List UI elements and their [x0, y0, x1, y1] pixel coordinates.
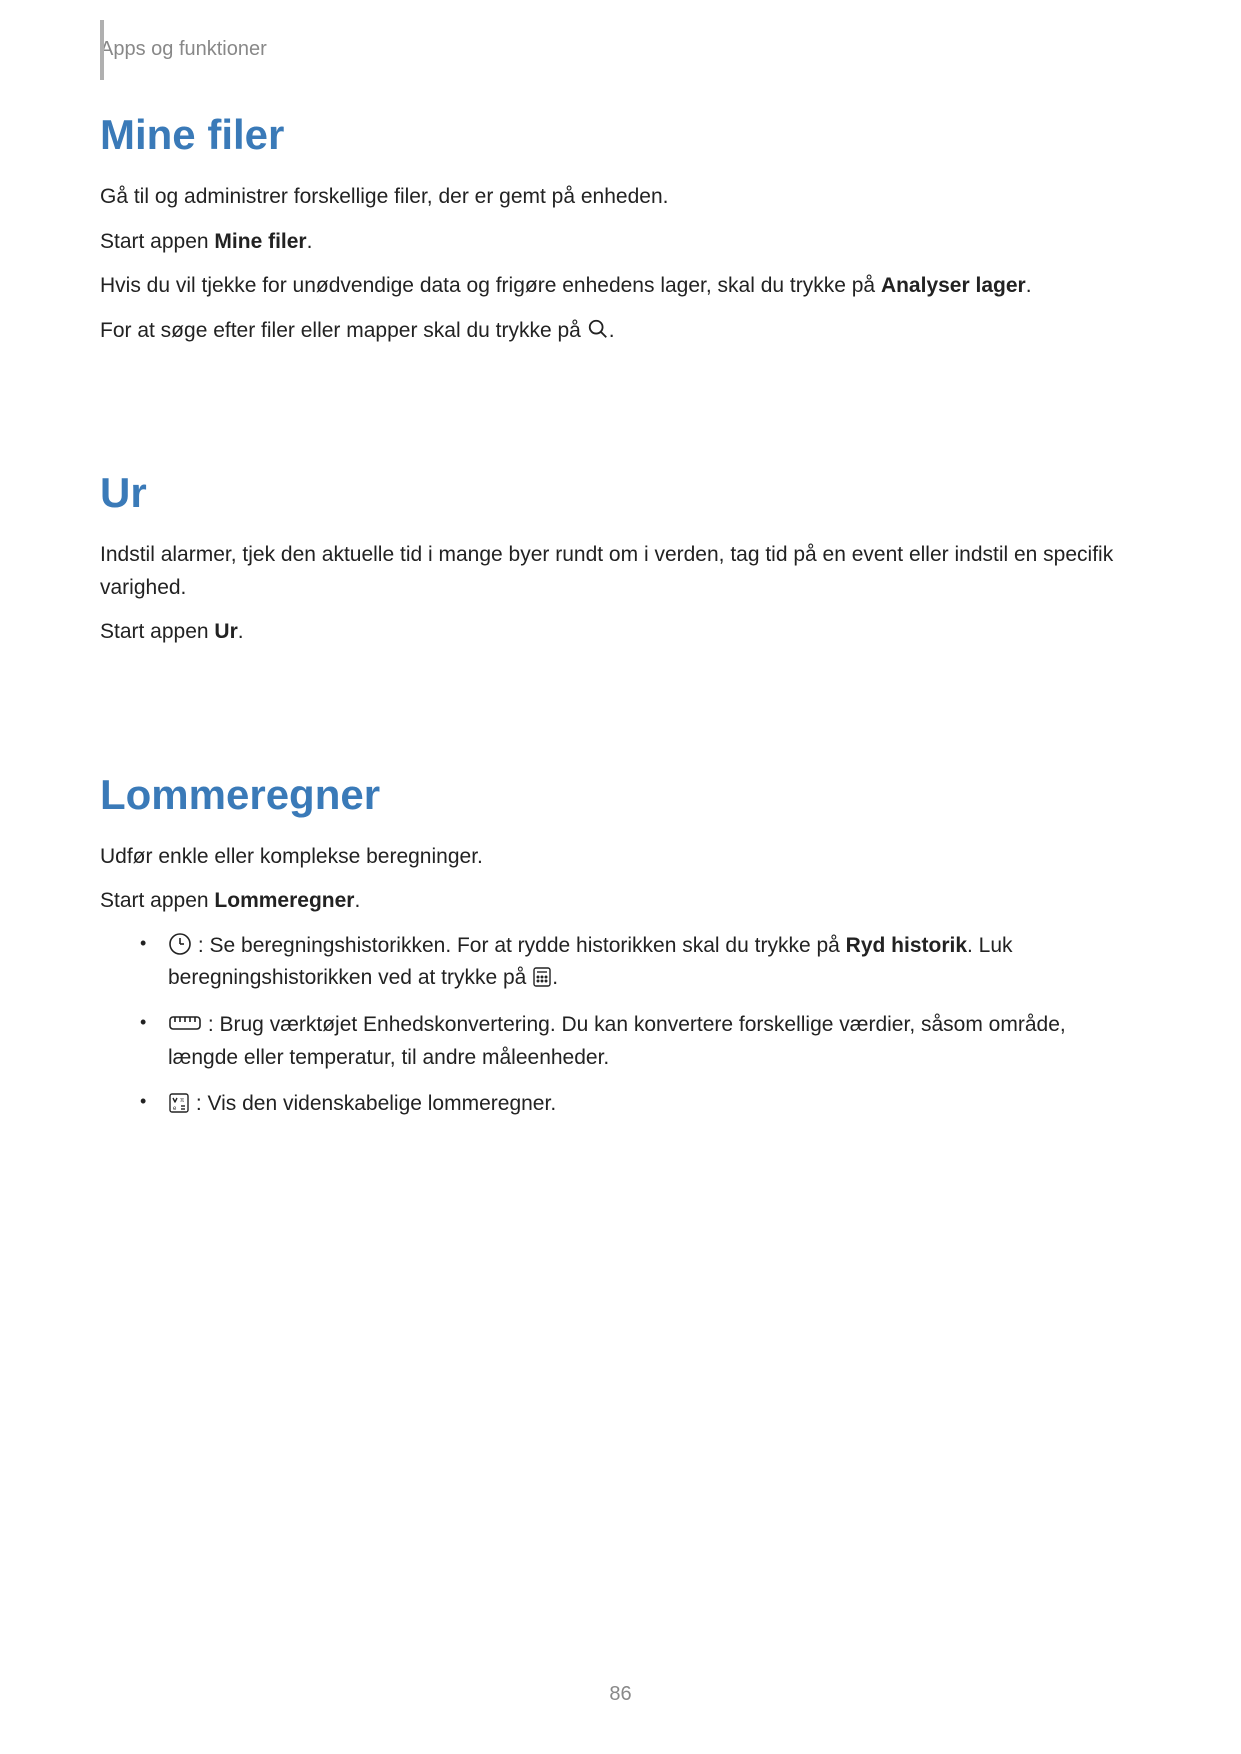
text-span: Start appen: [100, 230, 214, 253]
clock-icon: [168, 932, 192, 956]
body-text: Gå til og administrer forskellige filer,…: [100, 181, 1141, 214]
list-item: : Brug værktøjet Enhedskonvertering. Du …: [140, 1009, 1141, 1074]
text-span: .: [307, 230, 313, 253]
body-text: Start appen Ur.: [100, 616, 1141, 649]
heading-ur: Ur: [100, 469, 1141, 517]
ruler-icon: [168, 1013, 202, 1033]
header-rule-decoration: [100, 20, 104, 80]
bold-text: Mine filer: [214, 230, 306, 253]
search-icon: [587, 318, 609, 340]
text-span: .: [1026, 274, 1032, 297]
bold-text: Analyser lager: [881, 274, 1026, 297]
svg-text:e: e: [173, 1106, 177, 1112]
text-span: : Se beregningshistorikken. For at rydde…: [192, 934, 846, 957]
list-item: π e : Vis den videnskabelige lommeregner…: [140, 1088, 1141, 1121]
text-span: .: [609, 319, 615, 342]
keypad-icon: [532, 966, 552, 988]
text-span: Start appen: [100, 620, 214, 643]
body-text: Start appen Mine filer.: [100, 226, 1141, 259]
bold-text: Ryd historik: [846, 934, 967, 957]
text-span: For at søge efter filer eller mapper ska…: [100, 319, 587, 342]
body-text: Indstil alarmer, tjek den aktuelle tid i…: [100, 539, 1141, 604]
text-span: Hvis du vil tjekke for unødvendige data …: [100, 274, 881, 297]
svg-text:π: π: [180, 1098, 184, 1104]
body-text: For at søge efter filer eller mapper ska…: [100, 315, 1141, 348]
heading-mine-filer: Mine filer: [100, 111, 1141, 159]
page-number: 86: [0, 1683, 1241, 1706]
text-span: .: [552, 966, 558, 989]
text-span: : Brug værktøjet Enhedskonvertering. Du …: [168, 1013, 1066, 1069]
bold-text: Lommeregner: [214, 889, 354, 912]
text-span: .: [238, 620, 244, 643]
breadcrumb: Apps og funktioner: [100, 38, 1141, 61]
body-text: Hvis du vil tjekke for unødvendige data …: [100, 270, 1141, 303]
text-span: : Vis den videnskabelige lommeregner.: [190, 1092, 556, 1115]
text-span: Start appen: [100, 889, 214, 912]
body-text: Udfør enkle eller komplekse beregninger.: [100, 841, 1141, 874]
heading-lommeregner: Lommeregner: [100, 771, 1141, 819]
bold-text: Ur: [214, 620, 237, 643]
body-text: Start appen Lommeregner.: [100, 885, 1141, 918]
text-span: .: [354, 889, 360, 912]
scientific-calc-icon: π e: [168, 1092, 190, 1114]
bullet-list: : Se beregningshistorikken. For at rydde…: [100, 930, 1141, 1121]
list-item: : Se beregningshistorikken. For at rydde…: [140, 930, 1141, 995]
manual-page: Apps og funktioner Mine filer Gå til og …: [0, 0, 1241, 1754]
